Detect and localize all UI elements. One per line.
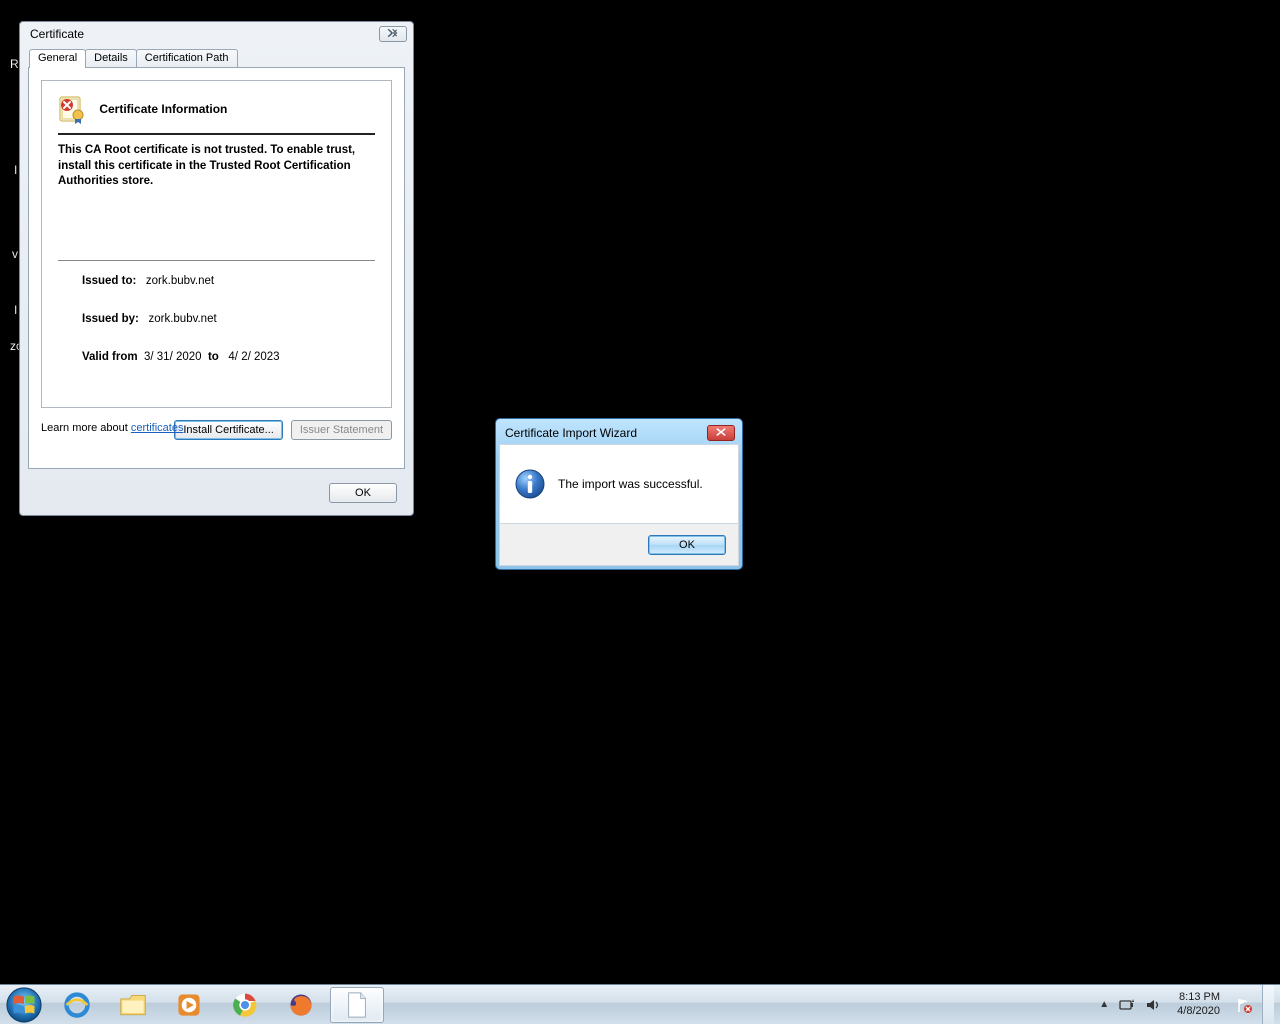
wizard-message: The import was successful.: [558, 477, 703, 491]
learn-more-text: Learn more about certificates: [41, 422, 183, 434]
issued-by-row: Issued by: zork.bubv.net: [58, 313, 375, 325]
ie-icon: [63, 991, 91, 1019]
wizard-footer: OK: [499, 524, 739, 566]
taskbar-app-chrome[interactable]: [218, 987, 272, 1023]
tab-row: General Details Certification Path: [29, 49, 237, 68]
certificate-info-box: Certificate Information This CA Root cer…: [41, 80, 392, 408]
wizard-titlebar[interactable]: Certificate Import Wizard: [499, 422, 739, 444]
clock[interactable]: 8:13 PM 4/8/2020: [1171, 991, 1226, 1017]
start-button[interactable]: [0, 985, 48, 1024]
issuer-statement-button: Issuer Statement: [291, 420, 392, 440]
learn-more-link[interactable]: certificates: [131, 422, 184, 434]
media-player-icon: [176, 992, 202, 1018]
bg-fragment: v: [12, 247, 18, 261]
taskbar-app-ie[interactable]: [50, 987, 104, 1023]
close-icon: [386, 27, 400, 41]
valid-to-value: 4/ 2/ 2023: [228, 351, 279, 363]
close-icon: [715, 426, 727, 440]
install-certificate-button[interactable]: Install Certificate...: [174, 420, 282, 440]
close-button[interactable]: [707, 425, 735, 441]
volume-icon[interactable]: [1145, 997, 1161, 1013]
taskbar-app-firefox[interactable]: [274, 987, 328, 1023]
info-icon: [514, 468, 546, 500]
valid-row: Valid from 3/ 31/ 2020 to 4/ 2/ 2023: [58, 351, 375, 363]
issued-by-label: Issued by:: [82, 313, 139, 325]
folder-icon: [119, 993, 147, 1017]
ok-button[interactable]: OK: [648, 535, 726, 555]
certificate-ok-row: OK: [329, 483, 397, 503]
wizard-title: Certificate Import Wizard: [503, 426, 707, 440]
certificate-panel: Certificate Information This CA Root cer…: [28, 67, 405, 469]
certificate-title: Certificate: [26, 27, 379, 41]
firefox-icon: [288, 992, 314, 1018]
issued-by-value: zork.bubv.net: [148, 313, 216, 325]
tab-details[interactable]: Details: [85, 49, 137, 68]
bg-fragment: I: [14, 303, 17, 317]
power-icon[interactable]: [1119, 997, 1135, 1013]
action-center-icon[interactable]: [1236, 997, 1252, 1013]
tray-overflow-button[interactable]: ▲: [1099, 999, 1109, 1010]
trust-warning-text: This CA Root certificate is not trusted.…: [58, 143, 375, 190]
divider: [58, 133, 375, 135]
ok-button[interactable]: OK: [329, 483, 397, 503]
show-desktop-button[interactable]: [1262, 985, 1274, 1024]
pinned-apps: [48, 985, 384, 1024]
document-icon: [345, 991, 369, 1019]
tab-certification-path[interactable]: Certification Path: [136, 49, 238, 68]
clock-date: 4/8/2020: [1177, 1005, 1220, 1018]
bg-fragment: I: [14, 163, 17, 177]
bg-fragment: R: [10, 57, 19, 71]
close-button[interactable]: [379, 26, 407, 42]
taskbar-app-mediaplayer[interactable]: [162, 987, 216, 1023]
certificate-titlebar[interactable]: Certificate: [20, 22, 413, 46]
valid-to-label: to: [208, 351, 219, 363]
chrome-icon: [232, 992, 258, 1018]
valid-from-label: Valid from: [82, 351, 138, 363]
learn-more-prefix: Learn more about: [41, 422, 131, 434]
import-wizard-dialog: Certificate Import Wizard T: [495, 418, 743, 570]
taskbar-app-active[interactable]: [330, 987, 384, 1023]
wizard-body: The import was successful.: [499, 444, 739, 524]
divider: [58, 260, 375, 261]
issued-to-value: zork.bubv.net: [146, 275, 214, 287]
certificate-info-heading: Certificate Information: [99, 102, 227, 116]
tab-general[interactable]: General: [29, 49, 86, 68]
valid-from-value: 3/ 31/ 2020: [144, 351, 202, 363]
clock-time: 8:13 PM: [1177, 991, 1220, 1004]
issued-to-row: Issued to: zork.bubv.net: [58, 275, 375, 287]
panel-buttons: Install Certificate... Issuer Statement: [174, 420, 392, 440]
issued-to-label: Issued to:: [82, 275, 136, 287]
system-tray: ▲ 8:13 PM 4/8/2020: [1099, 985, 1280, 1024]
taskbar-app-explorer[interactable]: [106, 987, 160, 1023]
certificate-window: Certificate General Details Certificatio…: [19, 21, 414, 516]
taskbar: ▲ 8:13 PM 4/8/2020: [0, 984, 1280, 1024]
windows-logo-icon: [5, 986, 43, 1024]
certificate-error-icon: [58, 93, 90, 125]
